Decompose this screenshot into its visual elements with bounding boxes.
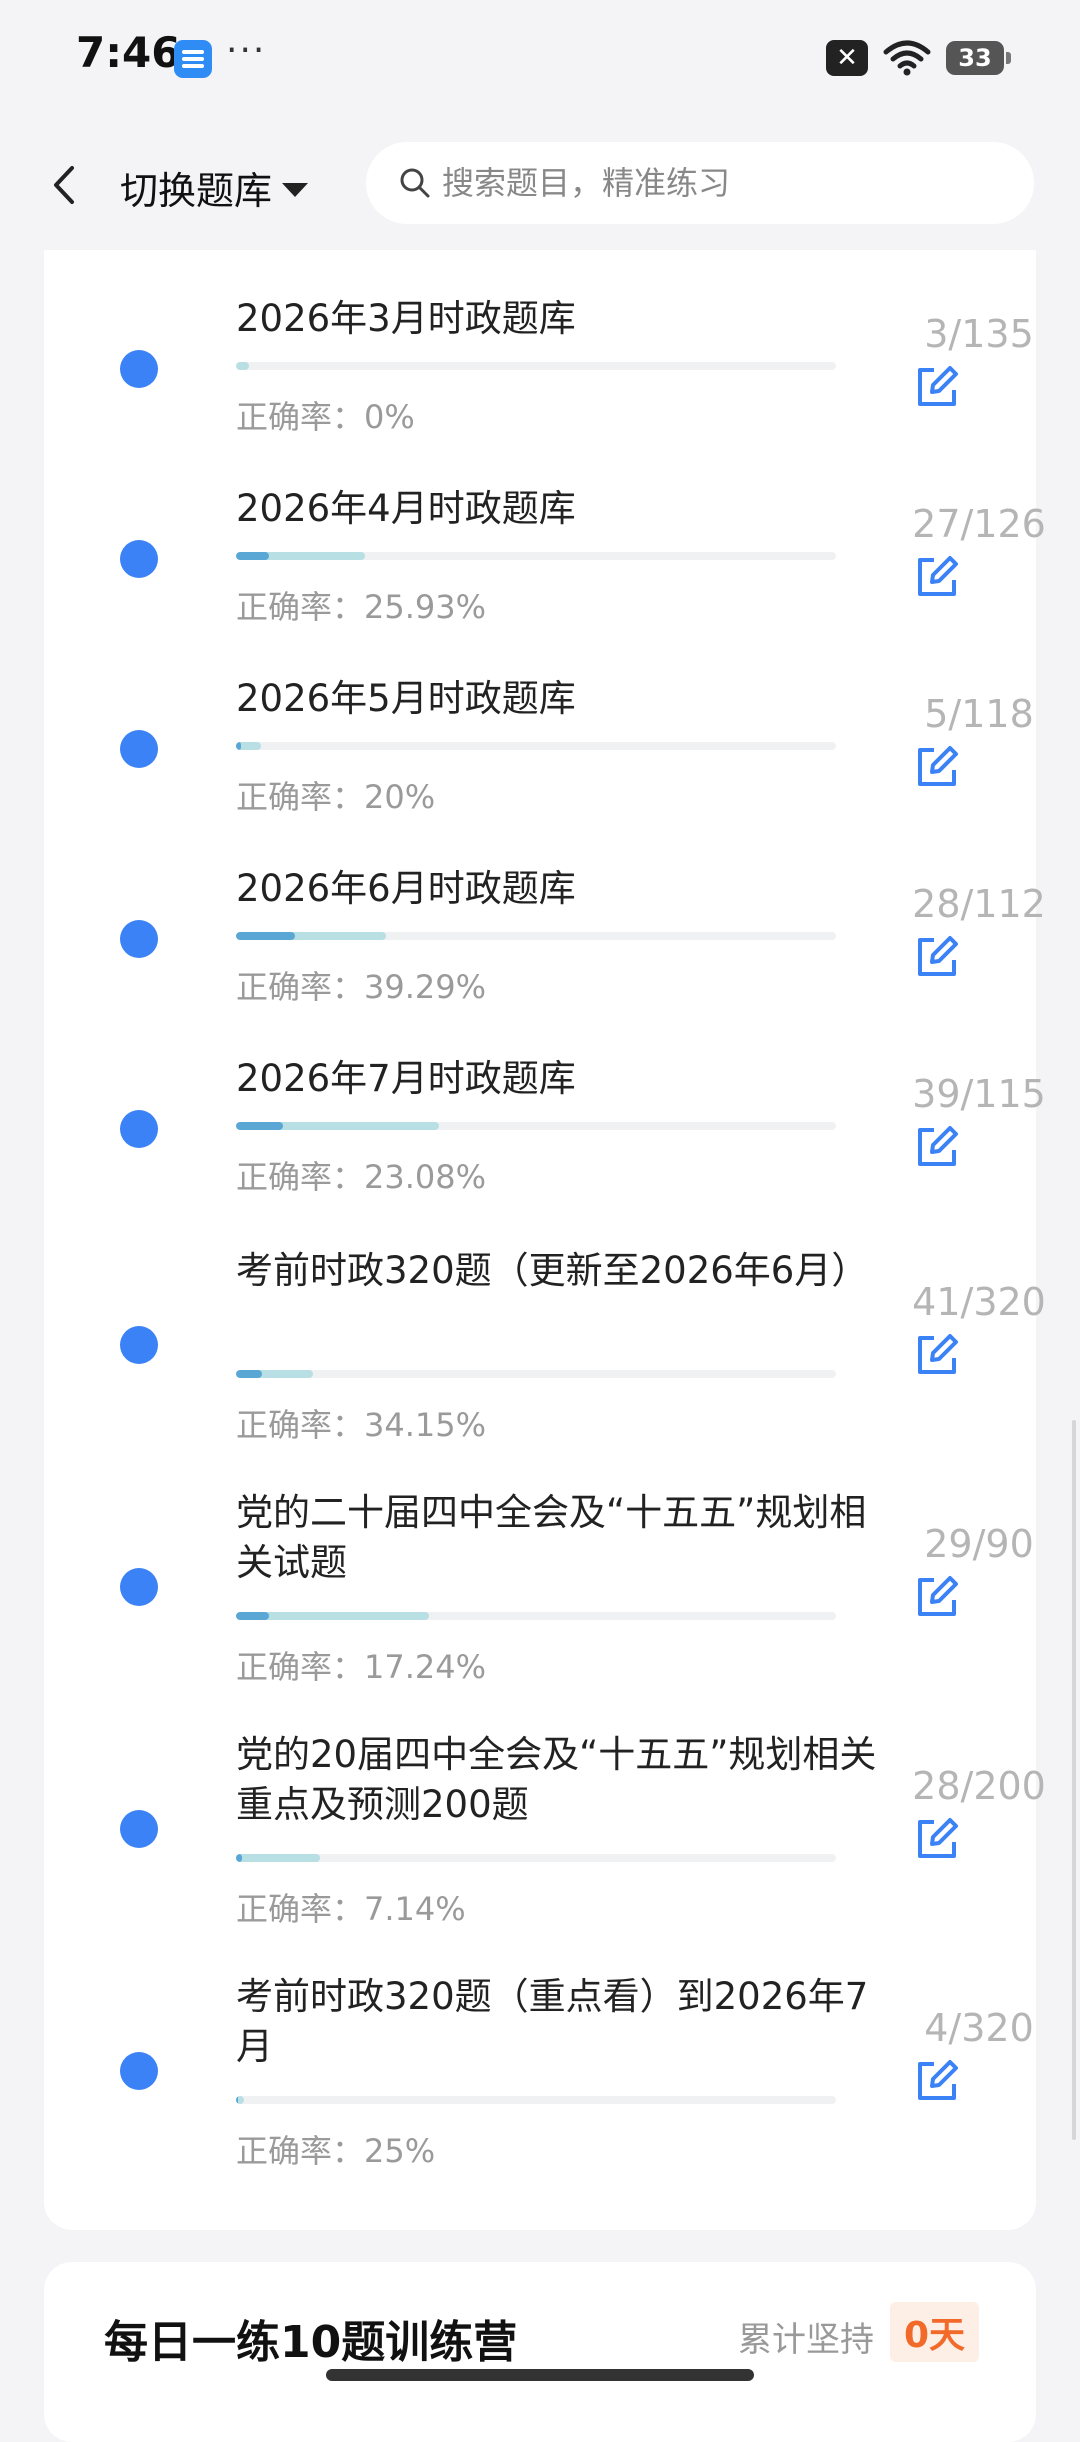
bank-title: 考前时政320题（更新至2026年6月） bbox=[236, 1249, 869, 1292]
bank-title: 党的20届四中全会及“十五五”规划相关重点及预测200题 bbox=[236, 1733, 877, 1826]
status-dot bbox=[120, 730, 158, 768]
back-arrow-icon[interactable] bbox=[44, 160, 84, 210]
search-bar[interactable] bbox=[366, 142, 1034, 224]
progress-count: 29/90 bbox=[924, 1522, 1034, 1566]
accuracy-label: 正确率：23.08% bbox=[236, 1158, 487, 1196]
training-camp-card[interactable]: 每日一练10题训练营 累计坚持 0天 bbox=[44, 2262, 1036, 2442]
status-dot bbox=[120, 1326, 158, 1364]
progress-bar bbox=[236, 1122, 836, 1130]
progress-answered bbox=[236, 1854, 320, 1862]
accuracy-label: 正确率：25% bbox=[236, 2132, 436, 2170]
home-indicator[interactable] bbox=[326, 2369, 754, 2381]
edit-icon[interactable] bbox=[914, 364, 960, 410]
progress-count: 3/135 bbox=[924, 312, 1034, 356]
progress-correct bbox=[236, 742, 242, 750]
status-time: 7:46 bbox=[76, 28, 181, 77]
progress-count: 39/115 bbox=[912, 1072, 1046, 1116]
progress-correct bbox=[236, 1612, 270, 1620]
accuracy-label: 正确率：39.29% bbox=[236, 968, 487, 1006]
edit-icon[interactable] bbox=[914, 2058, 960, 2104]
bank-title: 2026年6月时政题库 bbox=[236, 867, 576, 910]
status-dot bbox=[120, 1568, 158, 1606]
bank-title: 2026年4月时政题库 bbox=[236, 487, 576, 530]
progress-correct bbox=[236, 932, 295, 940]
training-camp-title: 每日一练10题训练营 bbox=[104, 2317, 518, 2368]
wifi-icon bbox=[883, 40, 931, 76]
search-icon bbox=[400, 168, 430, 198]
progress-count: 4/320 bbox=[924, 2006, 1034, 2050]
bank-title: 2026年7月时政题库 bbox=[236, 1057, 576, 1100]
switch-bank-dropdown[interactable]: 切换题库 bbox=[120, 160, 309, 215]
streak-label: 累计坚持 bbox=[738, 2320, 874, 2360]
top-bar: 切换题库 bbox=[0, 120, 1080, 250]
progress-count: 28/200 bbox=[912, 1764, 1046, 1808]
status-icons: ✕ 33 bbox=[826, 40, 1011, 76]
question-bank-list: 2026年3月时政题库 正确率：0% 3/135 2026年4月时政题库 正确率… bbox=[44, 250, 1046, 2230]
status-bar: 7:46 ··· ✕ 33 bbox=[0, 0, 1080, 120]
progress-count: 28/112 bbox=[912, 882, 1046, 926]
progress-correct bbox=[236, 2096, 238, 2104]
progress-correct bbox=[236, 1370, 263, 1378]
edit-icon[interactable] bbox=[914, 1124, 960, 1170]
search-input[interactable] bbox=[440, 163, 1004, 203]
accuracy-label: 正确率：25.93% bbox=[236, 588, 487, 626]
progress-bar bbox=[236, 1612, 836, 1620]
scrollbar[interactable] bbox=[1072, 1420, 1076, 2140]
bank-title: 考前时政320题（重点看）到2026年7月 bbox=[236, 1975, 869, 2068]
status-dot bbox=[120, 350, 158, 388]
status-dot bbox=[120, 2052, 158, 2090]
switch-bank-label: 切换题库 bbox=[120, 169, 273, 213]
accuracy-label: 正确率：34.15% bbox=[236, 1406, 487, 1444]
bank-title: 2026年5月时政题库 bbox=[236, 677, 576, 720]
progress-count: 27/126 bbox=[912, 502, 1046, 546]
status-dot bbox=[120, 920, 158, 958]
caret-down-icon bbox=[282, 182, 309, 197]
status-dot bbox=[120, 1810, 158, 1848]
accuracy-label: 正确率：17.24% bbox=[236, 1648, 487, 1686]
progress-bar bbox=[236, 1370, 836, 1378]
progress-bar bbox=[236, 362, 836, 370]
progress-count: 5/118 bbox=[924, 692, 1034, 736]
edit-icon[interactable] bbox=[914, 1332, 960, 1378]
accuracy-label: 正确率：7.14% bbox=[236, 1890, 466, 1928]
progress-bar bbox=[236, 932, 836, 940]
bank-title: 2026年3月时政题库 bbox=[236, 297, 576, 340]
accuracy-label: 正确率：20% bbox=[236, 778, 436, 816]
progress-count: 41/320 bbox=[912, 1280, 1046, 1324]
streak-days-badge: 0天 bbox=[890, 2302, 980, 2362]
status-dot bbox=[120, 1110, 158, 1148]
edit-icon[interactable] bbox=[914, 934, 960, 980]
progress-correct bbox=[236, 1122, 283, 1130]
progress-bar bbox=[236, 1854, 836, 1862]
more-notifications-icon: ··· bbox=[226, 30, 267, 71]
edit-icon[interactable] bbox=[914, 1574, 960, 1620]
edit-icon[interactable] bbox=[914, 744, 960, 790]
edit-icon[interactable] bbox=[914, 1816, 960, 1862]
battery-icon: 33 bbox=[946, 41, 1011, 75]
bank-title: 党的二十届四中全会及“十五五”规划相关试题 bbox=[236, 1491, 867, 1584]
progress-bar bbox=[236, 2096, 836, 2104]
progress-correct bbox=[236, 1854, 242, 1862]
progress-answered bbox=[236, 362, 250, 370]
progress-bar bbox=[236, 552, 836, 560]
status-dot bbox=[120, 540, 158, 578]
accuracy-label: 正确率：0% bbox=[236, 398, 415, 436]
wallet-app-icon bbox=[174, 40, 212, 78]
edit-icon[interactable] bbox=[914, 554, 960, 600]
progress-correct bbox=[236, 552, 270, 560]
no-sim-icon: ✕ bbox=[826, 40, 868, 76]
progress-bar bbox=[236, 742, 836, 750]
